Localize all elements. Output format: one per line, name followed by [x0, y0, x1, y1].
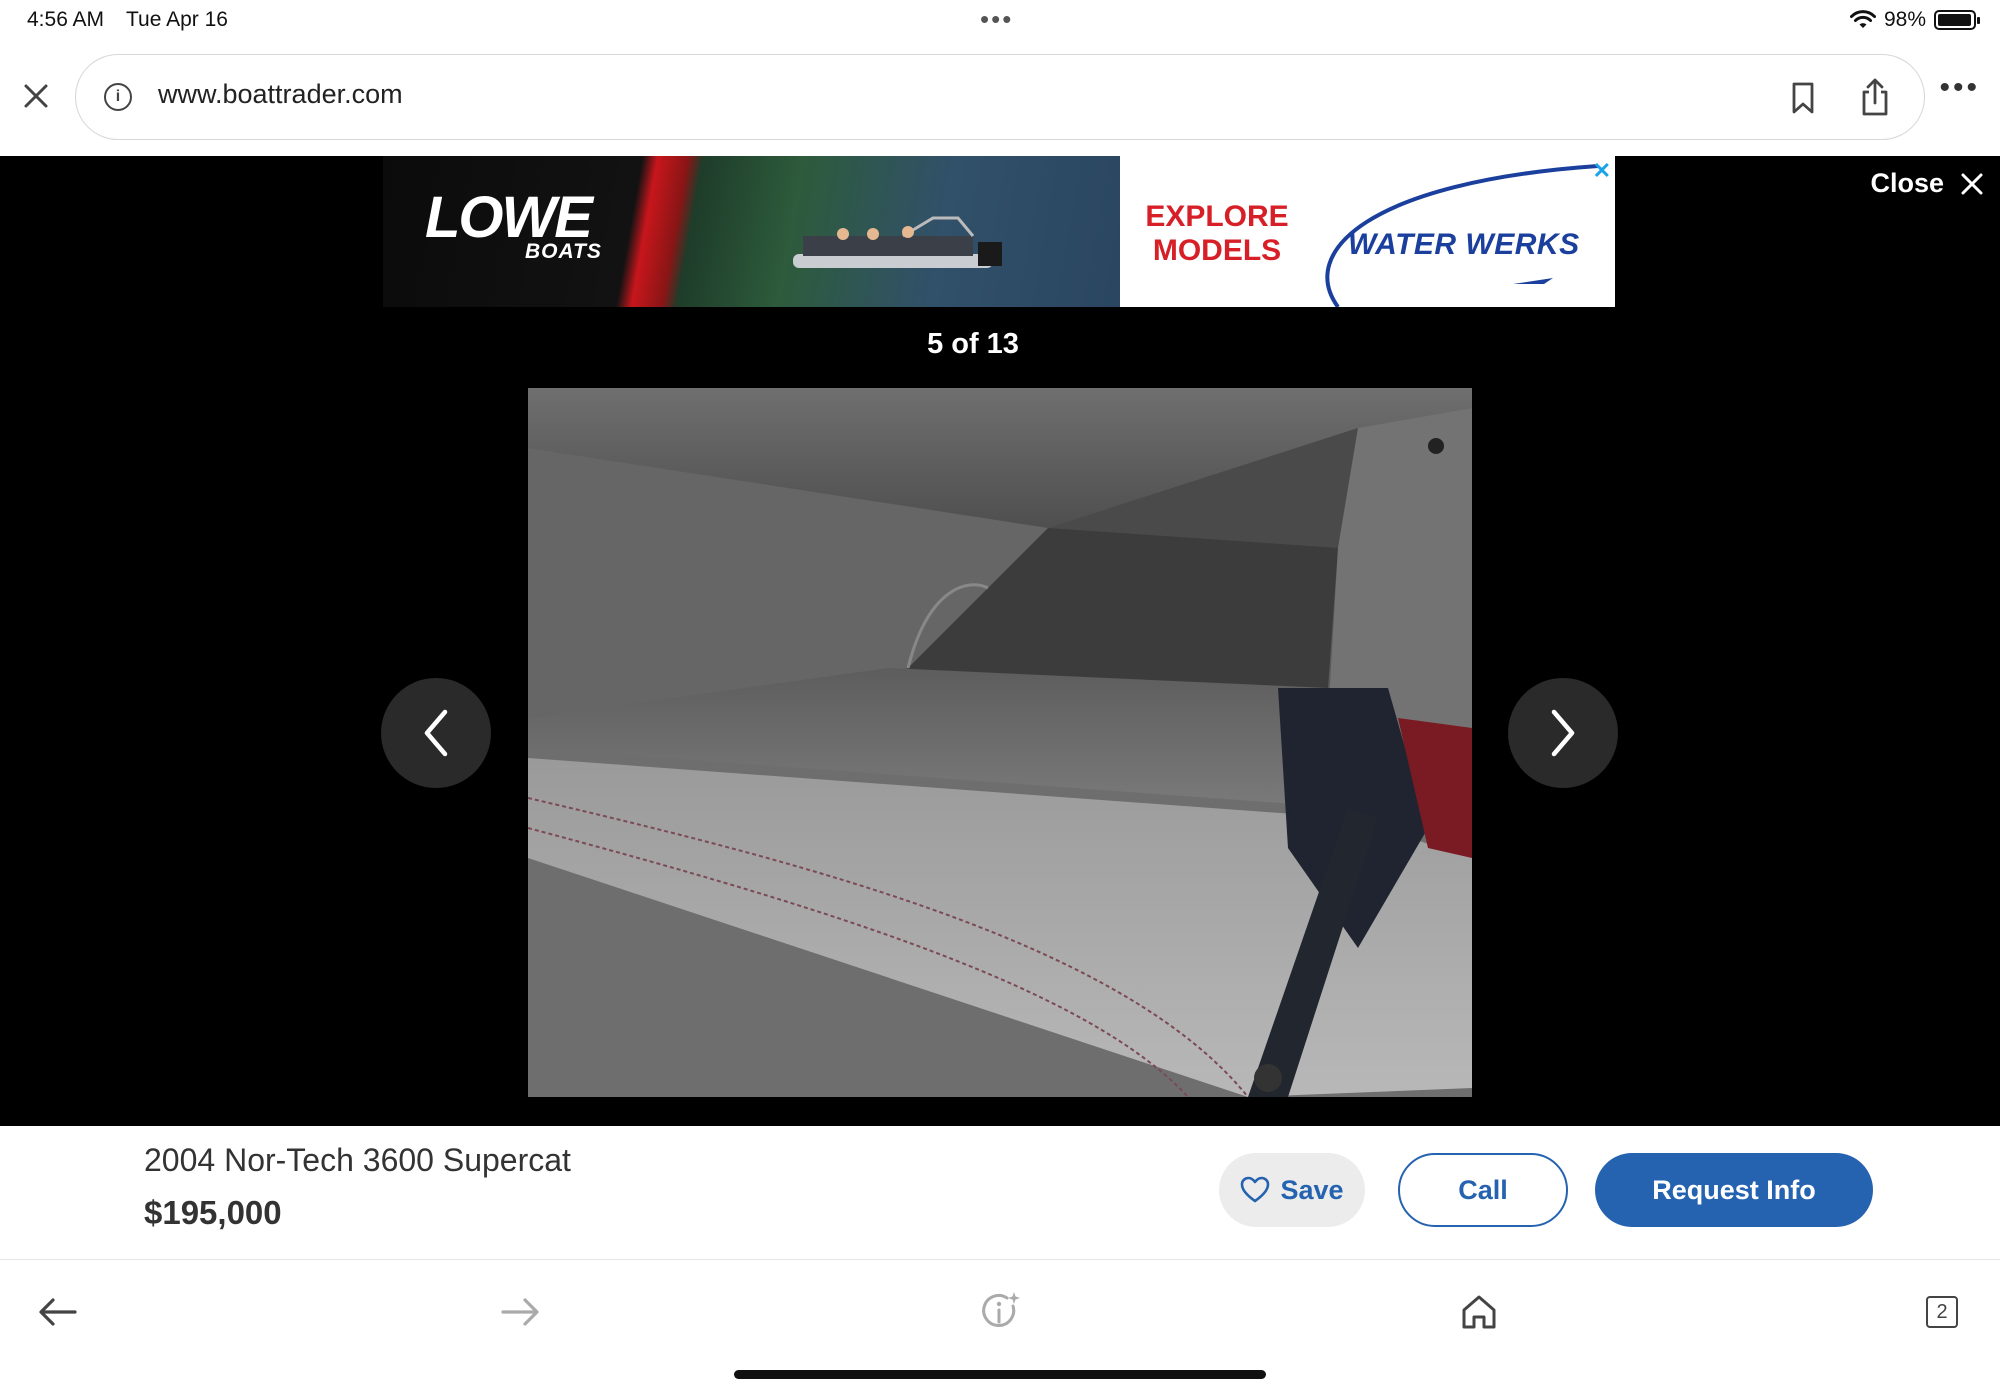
forward-button[interactable] [496, 1288, 544, 1336]
home-indicator[interactable] [734, 1370, 1266, 1379]
status-indicators: 98% [1849, 8, 1980, 32]
request-info-button[interactable]: Request Info [1595, 1153, 1873, 1227]
pontoon-boat-illustration [793, 216, 1002, 268]
battery-level [1938, 14, 1971, 26]
status-time: 4:56 AM [27, 8, 105, 31]
home-icon [1462, 1295, 1496, 1329]
info-sparkle-icon [982, 1292, 1020, 1327]
ad-image-panel[interactable]: LOWE BOATS [383, 156, 1120, 307]
photo-counter: 5 of 13 [927, 328, 1019, 360]
boat-cabin-photo[interactable] [528, 388, 1472, 1097]
url-field[interactable]: i www.boattrader.com [75, 54, 1925, 140]
close-icon[interactable] [18, 78, 54, 114]
tabs-count: 2 [1926, 1296, 1958, 1328]
arrow-right-icon [501, 1298, 539, 1326]
info-icon[interactable]: i [104, 83, 132, 111]
arrow-left-icon [39, 1298, 77, 1326]
save-label: Save [1280, 1174, 1344, 1205]
close-gallery-button[interactable]: Close [1870, 168, 1984, 199]
wifi-icon [1849, 10, 1876, 28]
ad-cta[interactable]: EXPLORE MODELS [1142, 200, 1292, 268]
listing-summary: 2004 Nor-Tech 3600 Supercat $195,000 Sav… [0, 1126, 2000, 1260]
battery-percent: 98% [1883, 8, 1926, 31]
page-info-button[interactable] [977, 1288, 1025, 1336]
ad-close-icon[interactable]: ✕ [1593, 158, 1611, 184]
listing-title: 2004 Nor-Tech 3600 Supercat [144, 1142, 571, 1178]
ad-logo-sub: BOATS [525, 240, 602, 263]
status-bar: 4:56 AM Tue Apr 16 ••• 98% [0, 0, 2000, 42]
bookmark-icon[interactable] [1784, 79, 1822, 117]
heart-icon [1241, 1176, 1270, 1203]
next-photo-button[interactable] [1508, 678, 1618, 788]
home-button[interactable] [1455, 1288, 1503, 1336]
chevron-left-icon [424, 709, 448, 757]
call-button[interactable]: Call [1398, 1153, 1568, 1227]
ad-logo: LOWE [425, 185, 593, 250]
chevron-right-icon [1551, 709, 1575, 757]
save-button[interactable]: Save [1219, 1153, 1365, 1227]
back-button[interactable] [34, 1288, 82, 1336]
ad-brand-name: WATER WERKS [1348, 228, 1580, 261]
share-icon[interactable] [1856, 77, 1894, 117]
browser-toolbar: 2 [0, 1260, 2000, 1390]
browser-address-bar-row: i www.boattrader.com ••• [0, 42, 2000, 156]
previous-photo-button[interactable] [381, 678, 491, 788]
status-date: Tue Apr 16 [126, 8, 228, 31]
close-icon [1961, 173, 1983, 194]
ad-cta-panel[interactable]: EXPLORE MODELS WATER WERKS ✕ [1120, 156, 1615, 307]
ad-cta-line2: MODELS [1152, 234, 1282, 267]
battery-icon [1934, 10, 1980, 30]
photo-gallery: LOWE BOATS EXPLORE MODELS WATER WERKS ✕ … [0, 156, 2000, 1126]
more-options-icon[interactable]: ••• [1939, 73, 1980, 103]
listing-price: $195,000 [144, 1194, 282, 1231]
cabin-photo-illustration [528, 388, 1472, 1097]
ad-cta-line1: EXPLORE [1145, 200, 1289, 233]
url-text[interactable]: www.boattrader.com [158, 79, 403, 110]
tabs-button[interactable]: 2 [1918, 1288, 1966, 1336]
advertisement-banner[interactable]: LOWE BOATS EXPLORE MODELS WATER WERKS ✕ [383, 156, 1615, 307]
multitasking-dots-icon[interactable]: ••• [980, 4, 1013, 35]
close-label: Close [1870, 168, 1944, 198]
